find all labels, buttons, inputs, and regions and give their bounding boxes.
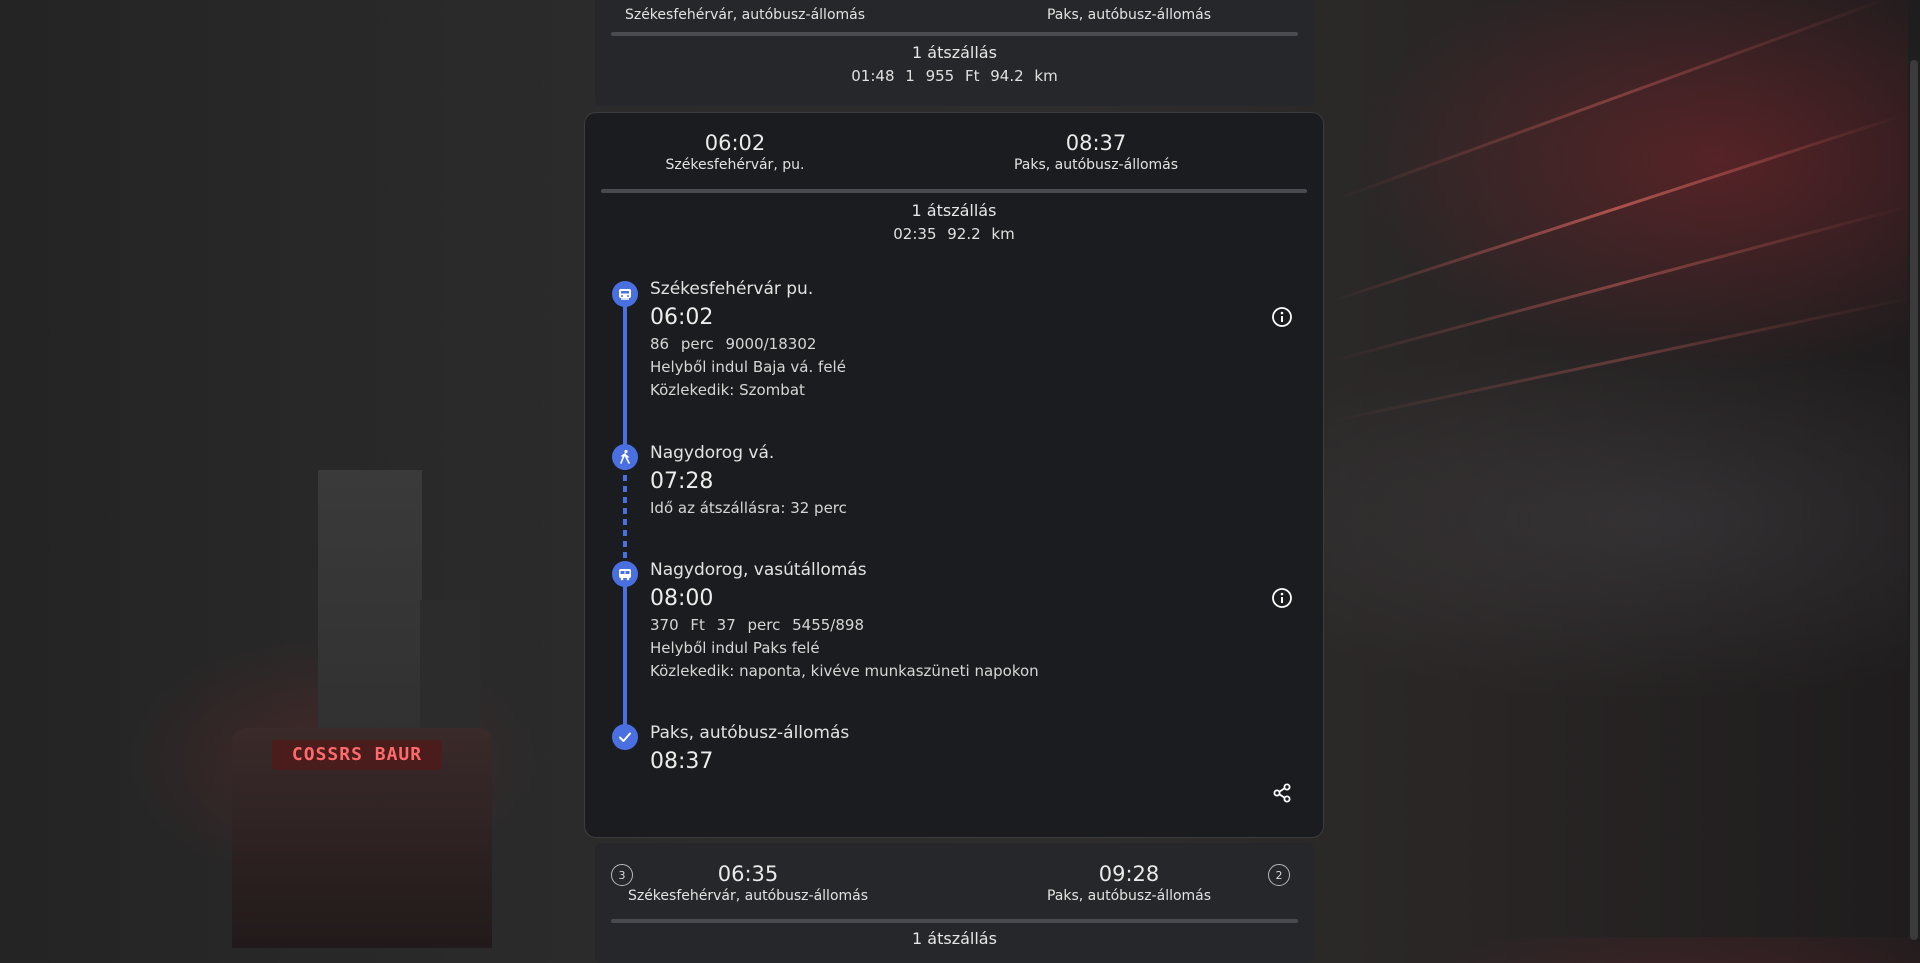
leg-meta: 370 Ft 37 perc 5455/898 <box>650 616 864 634</box>
stop-time: 08:00 <box>650 586 714 611</box>
stop-name: Paks, autóbusz-állomás <box>650 723 850 743</box>
arrival-place: Paks, autóbusz-állomás <box>1013 157 1179 173</box>
route-to-place: Paks, autóbusz-állomás <box>1046 7 1212 23</box>
route-divider <box>611 32 1298 36</box>
route-rank-badge: 2 <box>1268 864 1290 886</box>
share-icon[interactable] <box>1269 780 1295 806</box>
leg-direction: Helyből indul Paks felé <box>650 639 820 657</box>
timeline-bus-segment <box>623 571 627 736</box>
route-card-previous[interactable]: Székesfehérvár, autóbusz-állomás Paks, a… <box>595 0 1314 106</box>
route-card-next[interactable]: 3 06:35 Székesfehérvár, autóbusz-állomás… <box>595 843 1314 963</box>
leg-direction: Helyből indul Baja vá. felé <box>650 358 846 376</box>
departure-time: 06:35 <box>717 862 779 886</box>
stop-name: Székesfehérvár pu. <box>650 279 814 299</box>
route-card-expanded[interactable]: 06:02 Székesfehérvár, pu. 08:37 Paks, au… <box>584 112 1324 838</box>
scrollbar-thumb[interactable] <box>1910 60 1918 940</box>
route-changes: 1 átszállás <box>912 929 997 948</box>
departure-place: Székesfehérvár, pu. <box>665 157 805 173</box>
leg-destination: Paks, autóbusz-állomás 08:37 <box>650 723 1250 774</box>
departure-place: Székesfehérvár, autóbusz-állomás <box>627 888 869 904</box>
walk-icon <box>612 444 638 470</box>
bus-icon <box>612 561 638 587</box>
route-stats: 01:48 1 955 Ft 94.2 km <box>851 67 1058 85</box>
timeline-train-segment <box>623 288 627 446</box>
leg-operates: Közlekedik: naponta, kivéve munkaszüneti… <box>650 662 1039 680</box>
departure-time: 06:02 <box>704 131 766 155</box>
page-scrollbar[interactable] <box>1908 0 1920 940</box>
background-light-streak <box>1329 114 1902 303</box>
route-changes: 1 átszállás <box>911 201 997 220</box>
arrival-time: 08:37 <box>1065 131 1127 155</box>
route-changes: 1 átszállás <box>912 43 997 62</box>
train-icon <box>612 281 638 307</box>
info-icon[interactable] <box>1269 304 1295 330</box>
check-icon <box>612 724 638 750</box>
bus-destination-sign: COSSRS BAUR <box>272 740 442 770</box>
route-divider <box>601 189 1307 193</box>
transfer-time: Idő az átszállásra: 32 perc <box>650 499 847 517</box>
background-bus: COSSRS BAUR <box>232 728 492 948</box>
background-light-streak <box>1329 295 1918 423</box>
stop-name: Nagydorog, vasútállomás <box>650 560 867 580</box>
route-divider <box>611 919 1298 923</box>
arrival-time: 09:28 <box>1098 862 1160 886</box>
route-from-place: Székesfehérvár, autóbusz-állomás <box>624 7 866 23</box>
leg-operates: Közlekedik: Szombat <box>650 381 805 399</box>
background-light-streak <box>1329 0 1895 203</box>
info-icon[interactable] <box>1269 585 1295 611</box>
stop-time: 07:28 <box>650 469 714 494</box>
leg-walk: Nagydorog vá. 07:28 Idő az átszállásra: … <box>650 443 1250 517</box>
route-stats: 02:35 92.2 km <box>893 225 1015 243</box>
leg-meta: 86 perc 9000/18302 <box>650 335 817 353</box>
stop-name: Nagydorog vá. <box>650 443 775 463</box>
background-light-streak <box>1329 204 1910 363</box>
stop-time: 06:02 <box>650 305 714 330</box>
arrival-place: Paks, autóbusz-állomás <box>1046 888 1212 904</box>
leg-bus: Nagydorog, vasútállomás 08:00 370 Ft 37 … <box>650 560 1250 680</box>
leg-train: Székesfehérvár pu. 06:02 86 perc 9000/18… <box>650 279 1250 399</box>
stop-time: 08:37 <box>650 749 714 774</box>
